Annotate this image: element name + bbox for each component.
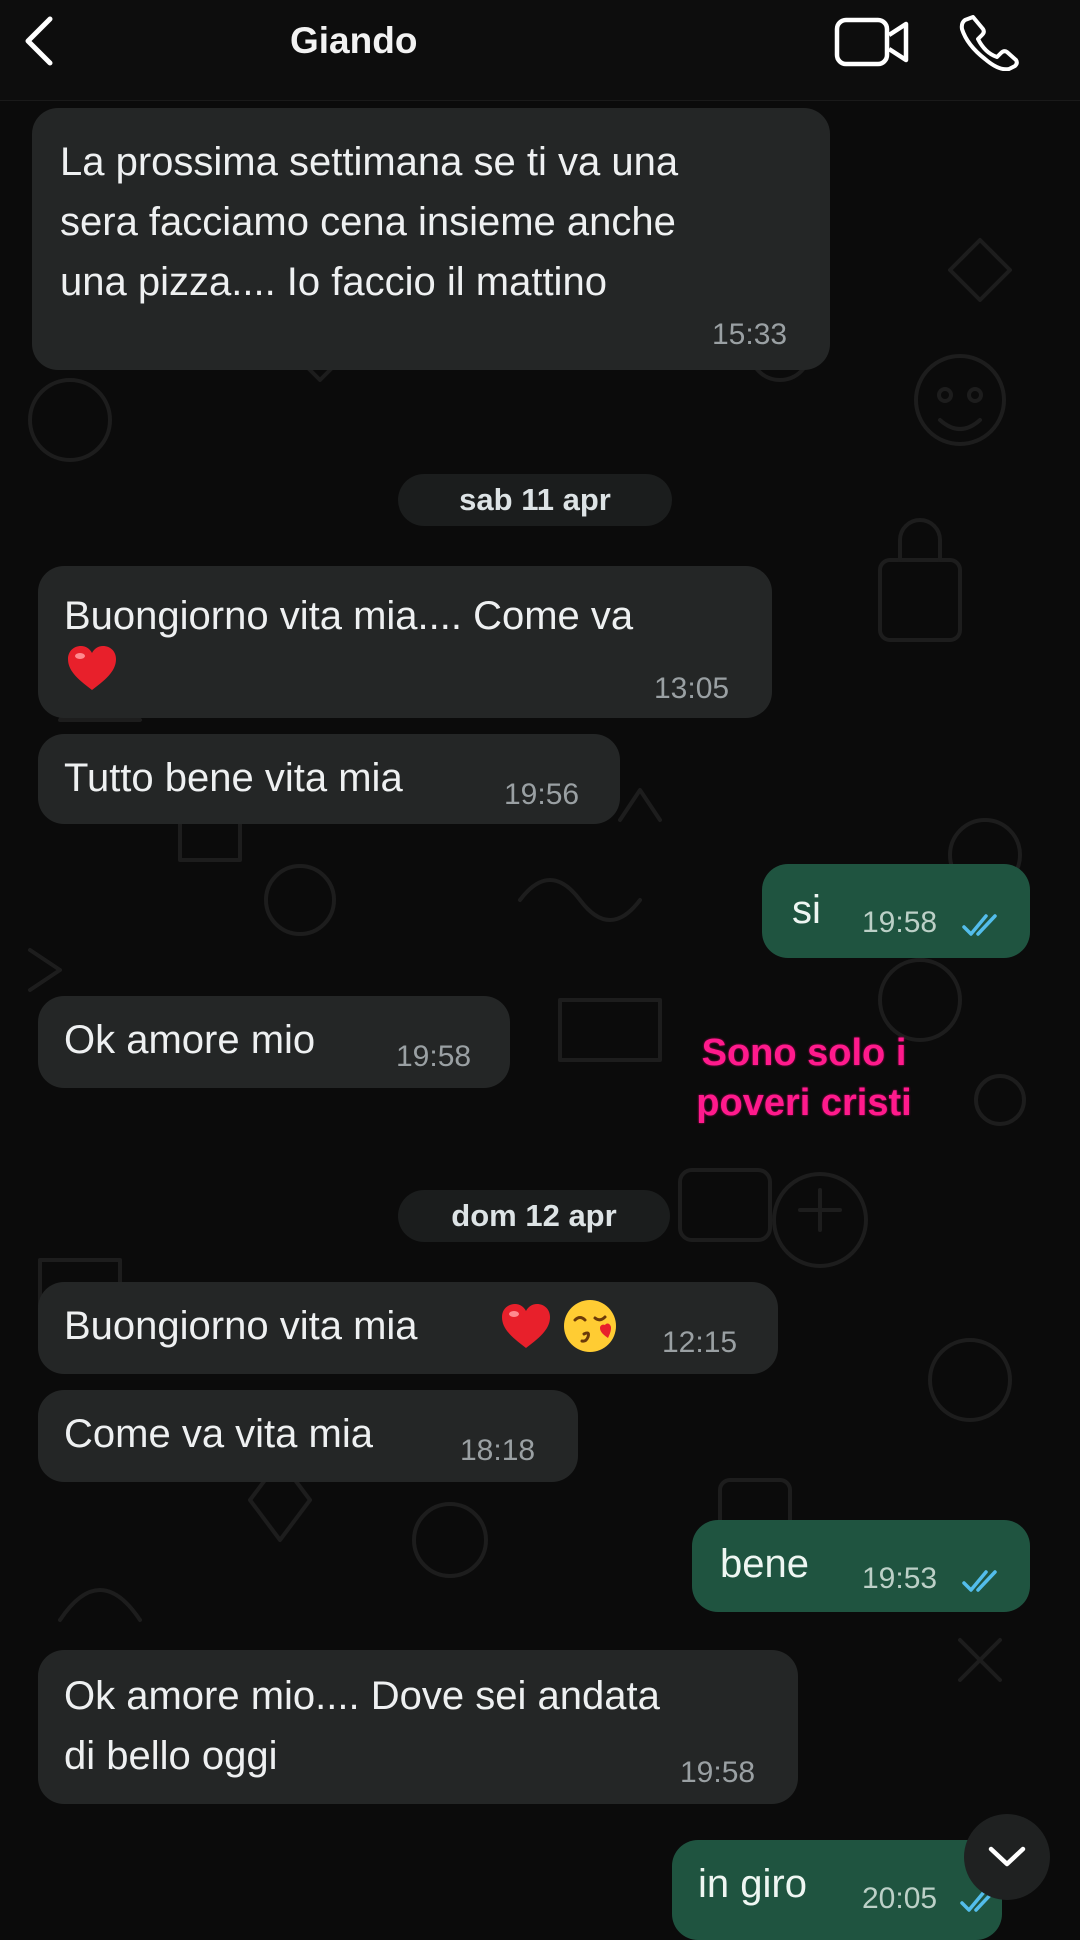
message-incoming[interactable]: Ok amore mio 19:58 — [38, 996, 510, 1088]
date-separator: sab 11 apr — [398, 474, 672, 526]
chevron-down-icon — [988, 1846, 1026, 1867]
contact-name[interactable]: Giando — [290, 20, 417, 62]
video-camera-icon — [834, 17, 909, 67]
message-incoming[interactable]: Ok amore mio.... Dove sei andata di bell… — [38, 1650, 798, 1804]
phone-icon — [959, 15, 1019, 71]
chat-header: Giando — [0, 0, 1080, 101]
message-text: una pizza.... Io faccio il mattino — [60, 260, 607, 304]
message-time: 19:56 — [504, 778, 580, 811]
message-incoming[interactable]: Buongiorno vita mia.... Come va 13:05 — [38, 566, 772, 718]
message-text: in giro — [698, 1862, 807, 1906]
message-text: Ok amore mio.... Dove sei andata — [64, 1674, 660, 1718]
read-double-tick-icon — [962, 1570, 997, 1592]
face-blowing-kiss-emoji — [562, 1298, 618, 1371]
message-text: di bello oggi — [64, 1734, 278, 1778]
read-double-tick-icon — [962, 914, 997, 936]
message-incoming[interactable]: La prossima settimana se ti va una sera … — [32, 108, 830, 370]
message-time: 13:05 — [654, 672, 730, 705]
message-time: 19:53 — [862, 1562, 938, 1595]
video-call-button[interactable] — [834, 14, 910, 70]
message-text: Buongiorno vita mia — [64, 1304, 418, 1348]
message-time: 15:33 — [712, 318, 788, 351]
message-incoming[interactable]: Tutto bene vita mia 19:56 — [38, 734, 620, 824]
message-outgoing[interactable]: bene 19:53 — [692, 1520, 1030, 1612]
sticker-line: poveri cristi — [696, 1082, 912, 1124]
red-heart-emoji — [66, 644, 118, 709]
text-sticker: Sono solo i poveri cristi — [664, 1028, 944, 1128]
message-text: Tutto bene vita mia — [64, 756, 403, 800]
message-time: 18:18 — [460, 1434, 536, 1467]
message-text: Ok amore mio — [64, 1018, 316, 1062]
scroll-to-bottom-button[interactable] — [964, 1814, 1050, 1900]
sticker-line: Sono solo i — [701, 1032, 907, 1074]
chevron-left-icon — [25, 16, 53, 66]
message-time: 19:58 — [862, 906, 938, 939]
message-outgoing[interactable]: in giro 20:05 — [672, 1840, 1002, 1940]
message-incoming[interactable]: Buongiorno vita mia 12:15 — [38, 1282, 778, 1374]
message-time: 20:05 — [862, 1882, 938, 1915]
message-text: sera facciamo cena insieme anche — [60, 200, 676, 244]
message-outgoing[interactable]: si 19:58 — [762, 864, 1030, 958]
message-time: 19:58 — [680, 1756, 756, 1789]
message-time: 19:58 — [396, 1040, 472, 1073]
message-text: Come va vita mia — [64, 1412, 373, 1456]
message-text: La prossima settimana se ti va una — [60, 140, 679, 184]
date-separator: dom 12 apr — [398, 1190, 670, 1242]
message-time: 12:15 — [662, 1326, 738, 1359]
message-incoming[interactable]: Come va vita mia 18:18 — [38, 1390, 578, 1482]
message-text: si — [792, 888, 821, 932]
message-text: bene — [720, 1542, 809, 1586]
back-button[interactable] — [12, 14, 66, 68]
voice-call-button[interactable] — [958, 12, 1020, 72]
red-heart-emoji — [500, 1302, 552, 1367]
message-text: Buongiorno vita mia.... Come va — [64, 594, 634, 638]
